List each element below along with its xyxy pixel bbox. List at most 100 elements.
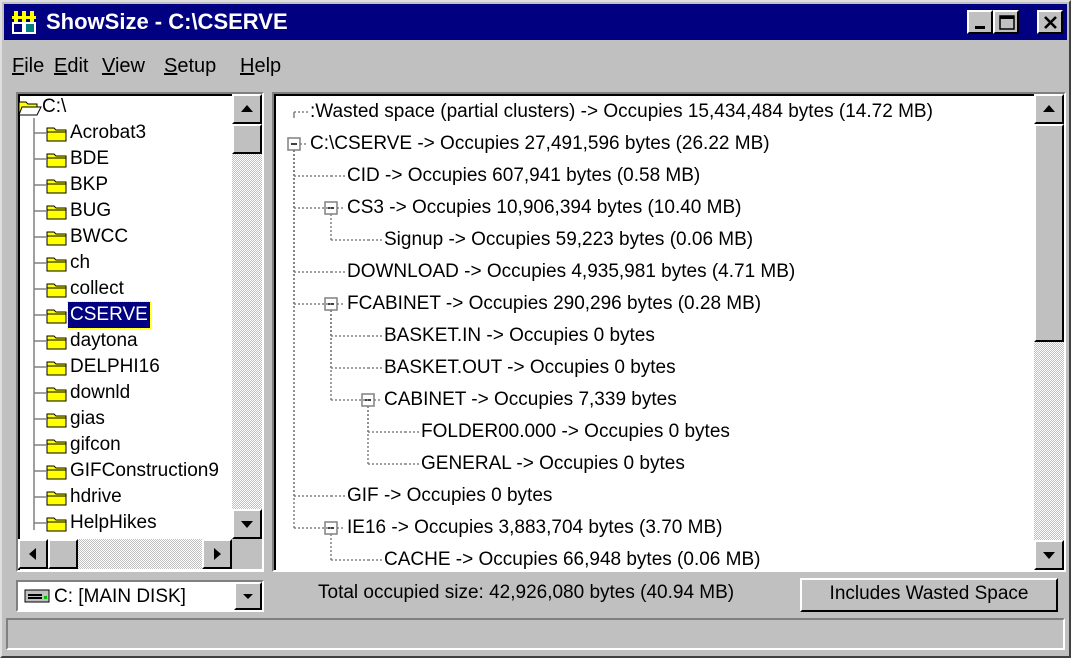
directory-tree[interactable]: C:\ Acrobat3 BDE BKP BUG BWCC ch collect CSERVE… xyxy=(16,92,264,572)
open-folder-icon xyxy=(18,101,42,116)
maximize-button[interactable] xyxy=(993,10,1019,34)
dir-folder-label: BWCC xyxy=(70,226,129,247)
minimize-icon xyxy=(975,26,985,29)
drive-dropdown-button[interactable] xyxy=(234,582,262,610)
folder-icon xyxy=(46,361,67,376)
scroll-up-arrow-icon xyxy=(1043,105,1055,112)
folder-icon xyxy=(46,413,67,428)
dir-folder-label: DELPHI16 xyxy=(70,356,160,377)
dir-vertical-scrollbar[interactable] xyxy=(232,94,262,539)
size-tree-item[interactable]: GIF -> Occupies 0 bytes xyxy=(347,480,552,512)
size-tree-item[interactable]: IE16 -> Occupies 3,883,704 bytes (3.70 M… xyxy=(347,512,722,544)
maximize-icon xyxy=(999,15,1015,30)
dir-scroll-down-button[interactable] xyxy=(232,509,262,539)
tree-connector xyxy=(34,444,46,446)
minimize-button[interactable] xyxy=(967,10,993,34)
folder-icon xyxy=(46,179,67,194)
tree-connector xyxy=(34,522,46,524)
dir-hscroll-thumb[interactable] xyxy=(48,539,78,569)
menu-edit-mnemonic: E xyxy=(54,55,68,77)
dir-folder-label: hdrive xyxy=(70,486,122,507)
menu-help-mnemonic: H xyxy=(240,55,255,77)
dir-root-label: C:\ xyxy=(42,96,67,117)
menu-view-mnemonic: V xyxy=(102,55,115,77)
tree-vertical-scrollbar[interactable] xyxy=(1034,94,1064,570)
dir-folder-label: ch xyxy=(70,252,91,273)
close-button[interactable] xyxy=(1037,10,1063,34)
dir-folder-label: gias xyxy=(70,408,105,429)
folder-icon xyxy=(46,205,67,220)
menu-view[interactable]: View xyxy=(102,54,145,78)
dir-scroll-right-button[interactable] xyxy=(202,539,232,569)
scroll-corner xyxy=(232,539,262,569)
size-tree-item[interactable]: CABINET -> Occupies 7,339 bytes xyxy=(384,384,677,416)
close-icon xyxy=(1044,16,1057,29)
tree-connector xyxy=(34,496,46,498)
tree-connector xyxy=(34,392,46,394)
menu-setup-mnemonic: S xyxy=(164,55,178,77)
tree-connector xyxy=(34,262,46,264)
window-title: ShowSize - C:\CSERVE xyxy=(46,9,288,34)
menu-help[interactable]: Help xyxy=(240,54,281,78)
folder-icon xyxy=(46,335,67,350)
size-tree-item[interactable]: CS3 -> Occupies 10,906,394 bytes (10.40 … xyxy=(347,192,741,224)
dir-folder-label: BUG xyxy=(70,200,112,221)
size-tree-item[interactable]: DOWNLOAD -> Occupies 4,935,981 bytes (4.… xyxy=(347,256,795,288)
size-tree-item[interactable]: C:\CSERVE -> Occupies 27,491,596 bytes (… xyxy=(310,128,770,160)
dir-folder-label: BDE xyxy=(70,148,110,169)
size-tree-item[interactable]: GENERAL -> Occupies 0 bytes xyxy=(421,448,685,480)
scroll-right-arrow-icon xyxy=(214,548,221,560)
size-tree-item[interactable]: BASKET.OUT -> Occupies 0 bytes xyxy=(384,352,676,384)
tree-connector xyxy=(34,158,46,160)
folder-icon xyxy=(46,127,67,142)
dir-folder-label: Acrobat3 xyxy=(70,122,147,143)
chevron-down-icon xyxy=(243,594,253,599)
scroll-left-arrow-icon xyxy=(29,548,36,560)
menu-help-label: elp xyxy=(254,55,282,77)
dir-folder-label: BKP xyxy=(70,174,109,195)
dir-scroll-up-button[interactable] xyxy=(232,94,262,124)
size-tree-item[interactable]: :Wasted space (partial clusters) -> Occu… xyxy=(310,96,933,128)
tree-scroll-down-button[interactable] xyxy=(1034,540,1064,570)
folder-icon xyxy=(46,257,67,272)
drive-select[interactable]: C: [MAIN DISK] xyxy=(16,580,264,612)
tree-connector xyxy=(34,418,46,420)
dir-folder-label: GIFConstruction9 xyxy=(70,460,219,481)
title-bar[interactable]: ShowSize - C:\CSERVE xyxy=(4,4,1067,40)
scroll-down-arrow-icon xyxy=(1043,552,1055,559)
dir-folder-label: daytona xyxy=(70,330,138,351)
dir-horizontal-scrollbar[interactable] xyxy=(18,539,232,569)
tree-connector xyxy=(34,470,46,472)
folder-icon xyxy=(46,491,67,506)
tree-scroll-up-button[interactable] xyxy=(1034,94,1064,124)
folder-icon xyxy=(46,153,67,168)
includes-wasted-space-button[interactable]: Includes Wasted Space xyxy=(800,578,1058,612)
tree-connector xyxy=(34,184,46,186)
menu-file-label: ile xyxy=(24,55,45,77)
size-tree[interactable]: :Wasted space (partial clusters) -> Occu… xyxy=(272,92,1066,572)
size-tree-item[interactable]: BASKET.IN -> Occupies 0 bytes xyxy=(384,320,655,352)
size-tree-item[interactable]: FOLDER00.000 -> Occupies 0 bytes xyxy=(421,416,730,448)
menu-edit[interactable]: Edit xyxy=(54,54,88,78)
scroll-down-arrow-icon xyxy=(241,521,253,528)
dir-folder-label: gifcon xyxy=(70,434,121,455)
dir-folder-label: downld xyxy=(70,382,131,403)
menu-setup[interactable]: Setup xyxy=(164,54,216,78)
tree-connector xyxy=(34,288,46,290)
menu-bar: File Edit View Setup Help xyxy=(4,44,1067,86)
size-tree-item[interactable]: Signup -> Occupies 59,223 bytes (0.06 MB… xyxy=(384,224,753,256)
dir-folder-label: collect xyxy=(70,278,124,299)
folder-icon xyxy=(46,517,67,532)
scroll-up-arrow-icon xyxy=(241,105,253,112)
tree-scroll-thumb[interactable] xyxy=(1034,124,1064,342)
size-tree-item[interactable]: CID -> Occupies 607,941 bytes (0.58 MB) xyxy=(347,160,700,192)
size-tree-item[interactable]: CACHE -> Occupies 66,948 bytes (0.06 MB) xyxy=(384,544,760,570)
dir-scroll-left-button[interactable] xyxy=(18,539,48,569)
dir-scroll-thumb[interactable] xyxy=(232,124,262,154)
hard-drive-icon xyxy=(24,589,50,603)
menu-file[interactable]: File xyxy=(12,54,44,78)
size-tree-item[interactable]: FCABINET -> Occupies 290,296 bytes (0.28… xyxy=(347,288,761,320)
folder-icon xyxy=(46,387,67,402)
dir-folder-label: HelpHikes xyxy=(70,512,157,533)
tree-connector xyxy=(34,132,46,134)
